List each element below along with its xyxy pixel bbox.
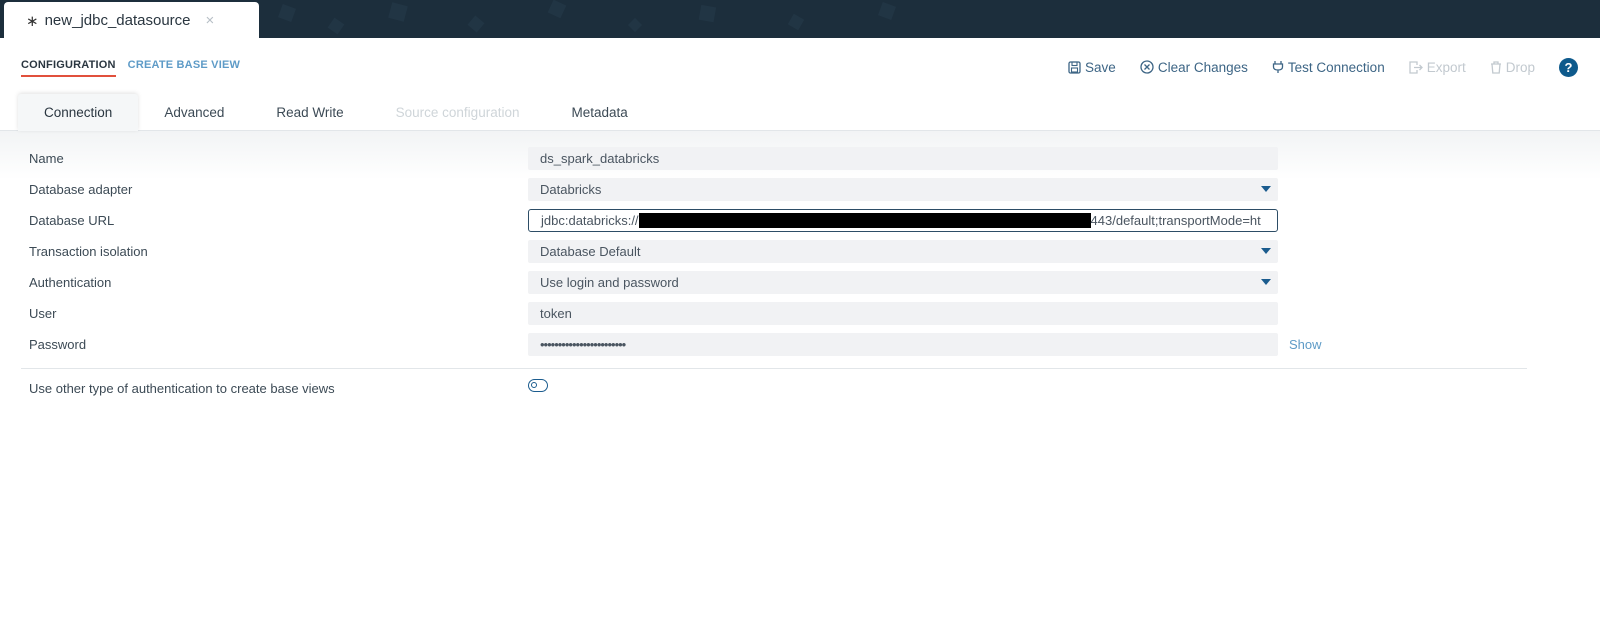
create-base-view-link[interactable]: CREATE BASE VIEW	[128, 59, 240, 77]
chevron-down-icon	[1261, 248, 1271, 254]
toggle-knob	[531, 382, 537, 388]
save-button[interactable]: Save	[1068, 60, 1116, 75]
authentication-row: Authentication Use login and password	[0, 271, 1600, 295]
tab-metadata[interactable]: Metadata	[545, 94, 653, 131]
chevron-down-icon	[1261, 186, 1271, 192]
password-label: Password	[29, 337, 87, 352]
user-label: User	[29, 306, 57, 321]
database-url-row: Database URL jdbc:databricks:// 443/defau…	[0, 209, 1600, 233]
user-value: token	[540, 306, 572, 321]
other-auth-label: Use other type of authentication to crea…	[29, 381, 335, 396]
divider	[21, 368, 1527, 369]
topbar-pattern	[278, 0, 896, 35]
modified-indicator: ∗	[26, 12, 39, 30]
save-icon	[1068, 60, 1081, 74]
database-adapter-value: Databricks	[540, 182, 602, 197]
trash-icon	[1490, 60, 1501, 74]
database-url-input[interactable]: jdbc:databricks:// 443/default;transportM…	[528, 209, 1278, 232]
export-icon	[1409, 60, 1423, 74]
tab-connection[interactable]: Connection	[18, 94, 139, 131]
test-connection-button[interactable]: Test Connection	[1272, 60, 1385, 75]
transaction-isolation-value: Database Default	[540, 244, 641, 259]
transaction-isolation-select[interactable]: Database Default	[528, 240, 1278, 263]
test-connection-label: Test Connection	[1287, 59, 1385, 75]
password-field[interactable]: ••••••••••••••••••••••••	[528, 333, 1278, 356]
tab-source-configuration: Source configuration	[395, 105, 520, 120]
authentication-value: Use login and password	[540, 275, 679, 290]
database-url-prefix: jdbc:databricks://	[541, 213, 639, 228]
database-adapter-row: Database adapter Databricks	[0, 178, 1600, 202]
authentication-label: Authentication	[29, 275, 112, 290]
export-button[interactable]: Export	[1409, 60, 1466, 75]
name-field[interactable]: ds_spark_databricks	[528, 147, 1278, 170]
show-password-link[interactable]: Show	[1289, 337, 1322, 352]
other-auth-row: Use other type of authentication to crea…	[0, 377, 1600, 401]
password-value: ••••••••••••••••••••••••	[540, 337, 626, 352]
transaction-isolation-label: Transaction isolation	[29, 244, 148, 259]
database-url-label: Database URL	[29, 213, 115, 228]
user-field[interactable]: token	[528, 302, 1278, 325]
clear-changes-label: Clear Changes	[1157, 59, 1248, 75]
other-auth-toggle[interactable]	[528, 379, 548, 392]
drop-button[interactable]: Drop	[1490, 60, 1535, 75]
close-icon[interactable]: ×	[206, 12, 215, 29]
chevron-down-icon	[1261, 279, 1271, 285]
file-tab-title: new_jdbc_datasource	[44, 12, 191, 29]
export-label: Export	[1426, 59, 1466, 75]
section-nav: CONFIGURATION CREATE BASE VIEW	[21, 59, 240, 77]
user-row: User token	[0, 302, 1600, 326]
database-url-suffix: 443/default;transportMode=ht	[1090, 213, 1261, 228]
name-value: ds_spark_databricks	[540, 151, 660, 166]
clear-changes-button[interactable]: Clear Changes	[1140, 60, 1248, 75]
file-tab[interactable]: ∗ new_jdbc_datasource ×	[4, 2, 259, 39]
name-row: Name ds_spark_databricks	[0, 147, 1600, 171]
password-row: Password •••••••••••••••••••••••• Show	[0, 333, 1600, 357]
plug-icon	[1272, 61, 1284, 73]
drop-label: Drop	[1505, 59, 1535, 75]
configuration-link[interactable]: CONFIGURATION	[21, 59, 116, 77]
help-icon[interactable]: ?	[1559, 57, 1578, 77]
redacted-block	[638, 213, 1091, 228]
authentication-select[interactable]: Use login and password	[528, 271, 1278, 294]
database-adapter-select[interactable]: Databricks	[528, 178, 1278, 201]
tab-advanced[interactable]: Advanced	[138, 94, 250, 131]
name-label: Name	[29, 151, 64, 166]
transaction-isolation-row: Transaction isolation Database Default	[0, 240, 1600, 264]
toolbar: Save Clear Changes Test Connection Expor…	[1068, 56, 1600, 78]
database-adapter-label: Database adapter	[29, 182, 133, 197]
subtabs: Connection Advanced Read Write Source co…	[18, 94, 654, 131]
tab-read-write[interactable]: Read Write	[250, 94, 369, 131]
save-label: Save	[1085, 59, 1116, 75]
clear-icon	[1140, 60, 1154, 74]
